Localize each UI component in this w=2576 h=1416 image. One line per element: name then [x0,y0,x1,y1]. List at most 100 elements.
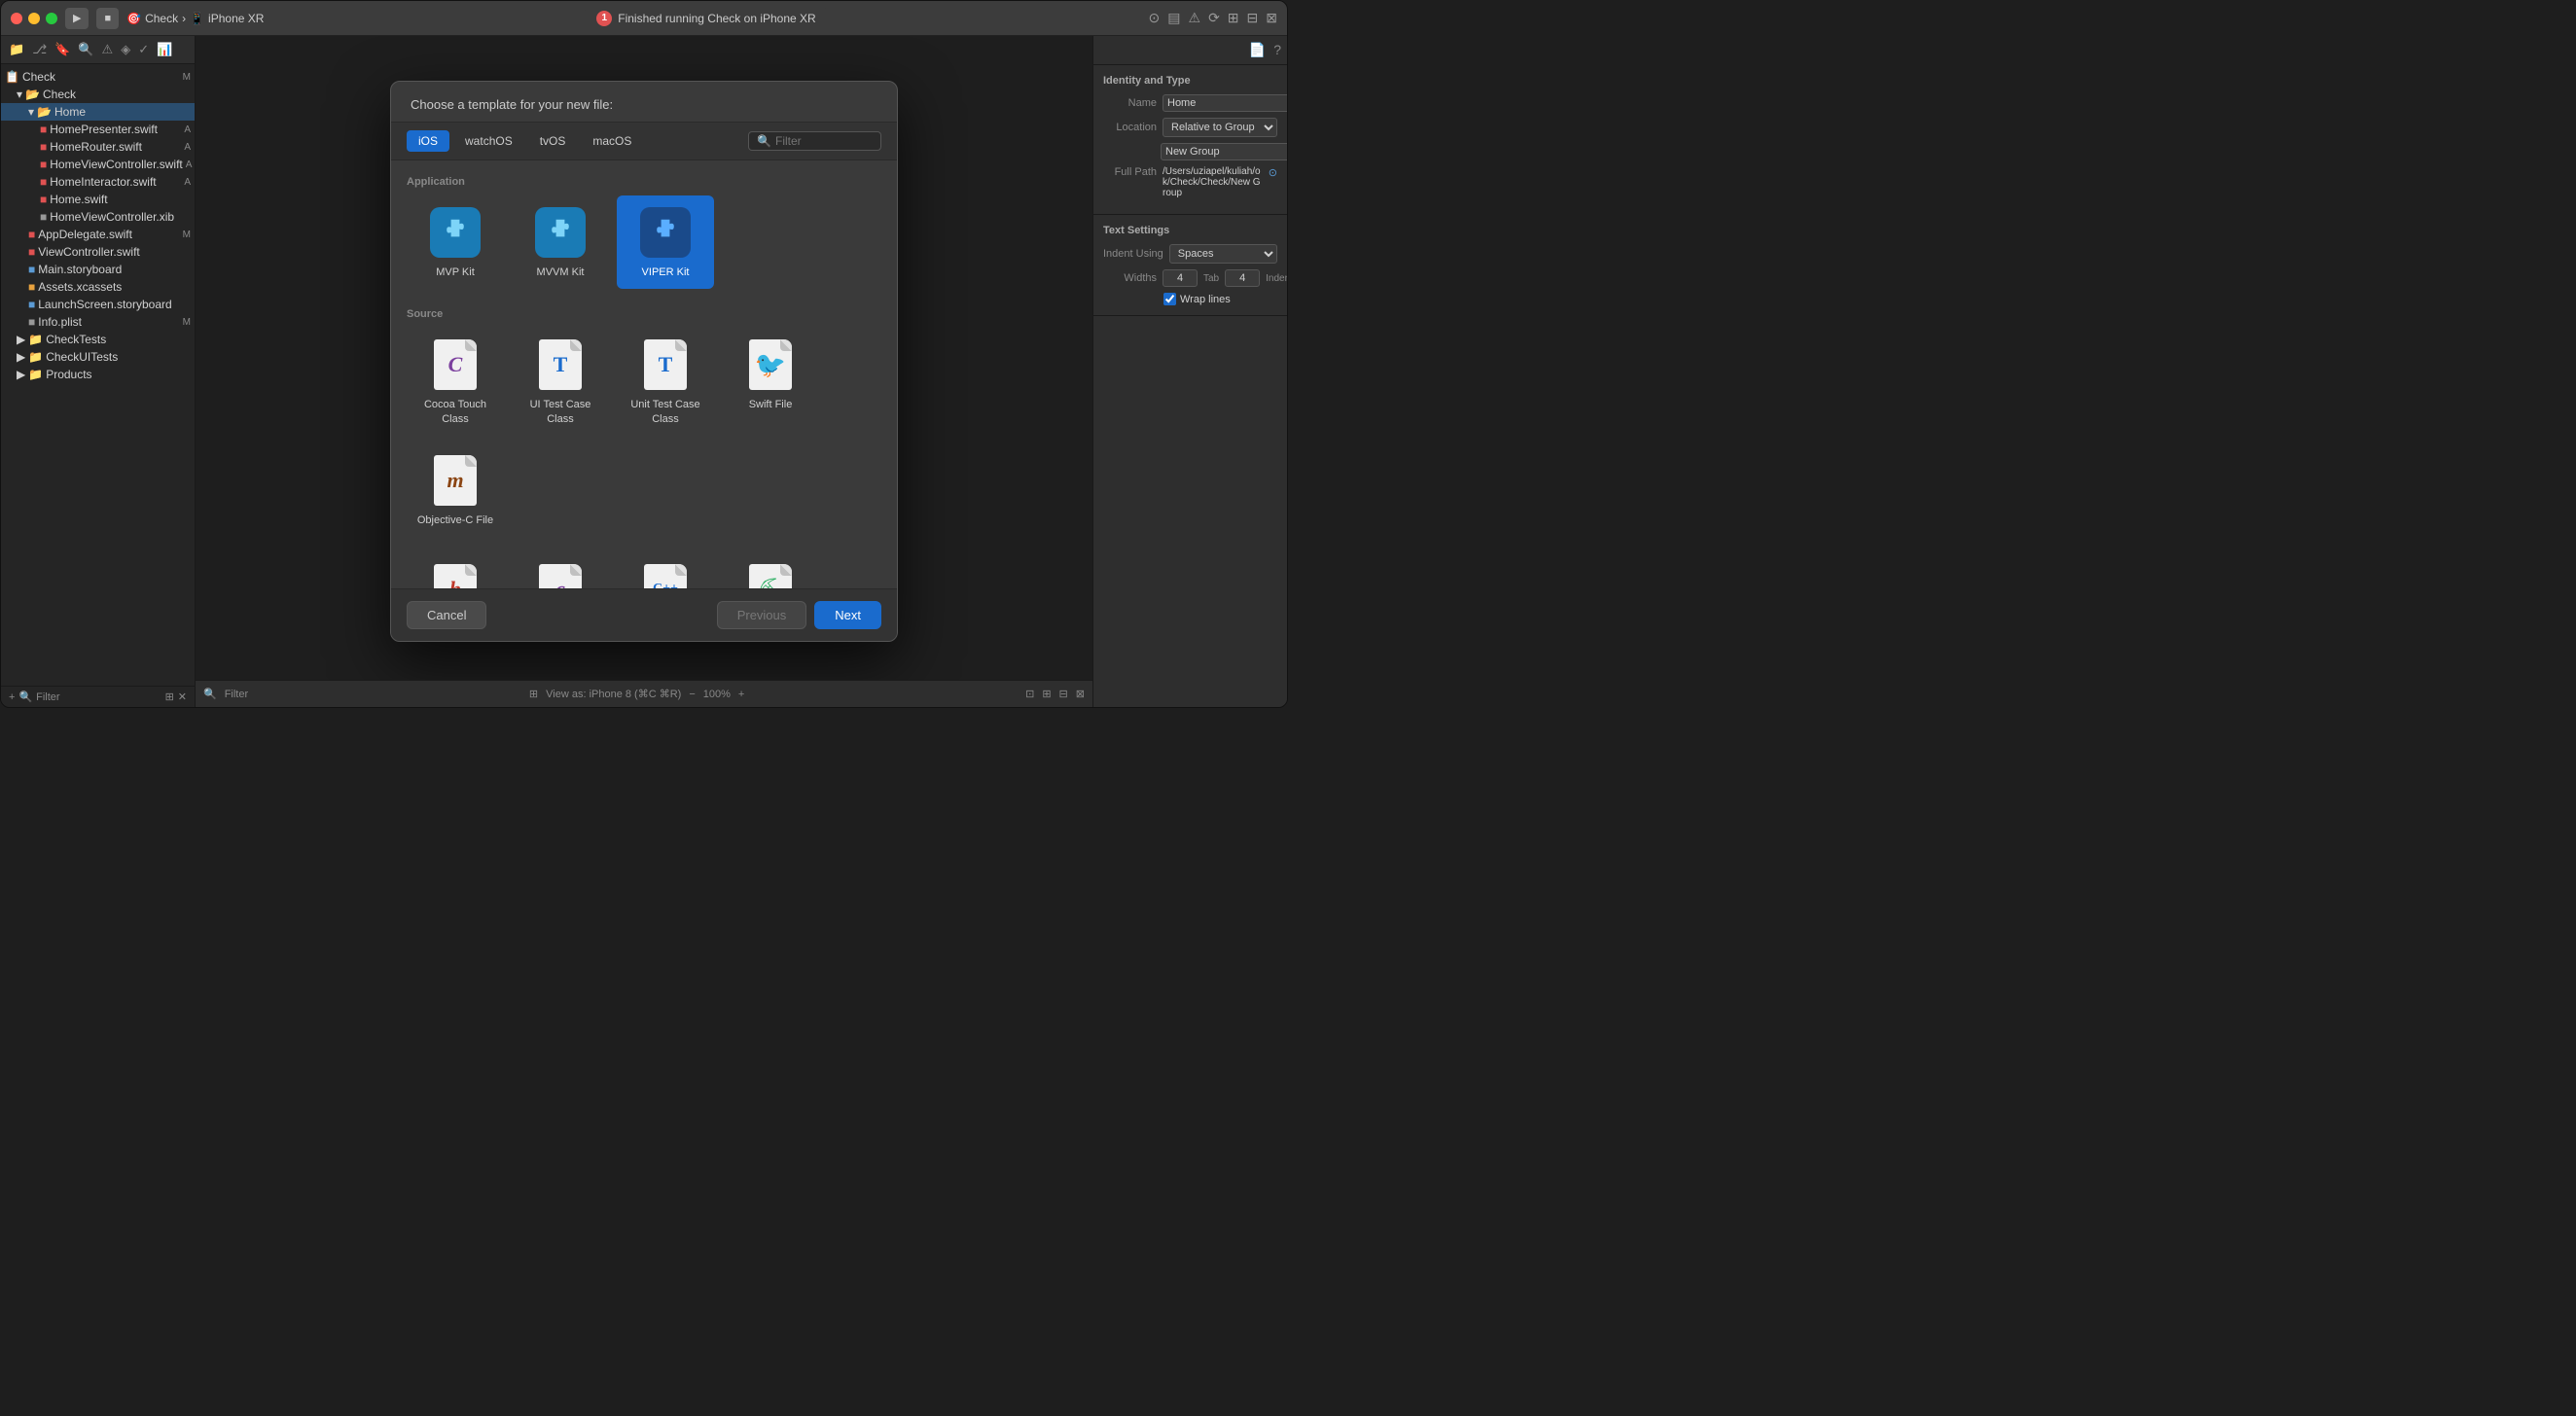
new-group-input[interactable] [1161,143,1287,160]
warning-icon[interactable]: ⚠ [1189,10,1201,26]
template-cpp-file[interactable]: C++ C++ File [617,552,714,588]
folder-expand-icon: ▶ [17,350,25,364]
indent-width-input[interactable] [1225,269,1260,287]
breadcrumb-separator: › [182,12,186,25]
git-icon[interactable]: ⎇ [30,40,49,59]
tab-width-input[interactable] [1163,269,1198,287]
item-label: HomeRouter.swift [50,140,142,154]
sidebar-item-LaunchScreen[interactable]: ■ LaunchScreen.storyboard [1,296,195,313]
sidebar-item-HomeInteractor[interactable]: ■ HomeInteractor.swift A [1,173,195,191]
widths-label: Widths [1103,272,1157,284]
report-icon[interactable]: 📊 [155,40,174,59]
sidebar-item-home-folder[interactable]: ▾ 📂 Home [1,103,195,121]
template-cocoa-touch[interactable]: C Cocoa Touch Class [407,328,504,436]
indent-using-row: Indent Using Spaces Tabs [1103,244,1277,264]
fit-btn[interactable]: ⊡ [1025,688,1034,700]
stop-button[interactable]: ■ [96,8,119,29]
folder-icon[interactable]: 📁 [7,40,26,59]
help-tab[interactable]: ? [1271,40,1283,60]
bookmark-icon[interactable]: 🔖 [53,40,72,59]
zoom-out-btn[interactable]: − [689,689,695,700]
layout-icon4[interactable]: ⊠ [1266,10,1277,26]
layout-icon3[interactable]: ⊟ [1247,10,1259,26]
zoom-in-btn[interactable]: + [738,689,744,700]
filter-options-icon[interactable]: ⊞ [165,690,174,703]
tab-ios[interactable]: iOS [407,130,449,152]
file-letter: T [659,352,673,377]
app-window: ▶ ■ 🎯 Check › 📱 iPhone XR 1 Finished run… [0,0,1288,708]
layout-btn2[interactable]: ⊟ [1059,688,1068,700]
sidebar-item-check-folder[interactable]: ▾ 📂 Check [1,86,195,103]
filter-clear-icon[interactable]: ✕ [178,690,187,703]
maximize-button[interactable] [46,13,57,24]
sidebar-item-HomePresenter[interactable]: ■ HomePresenter.swift A [1,121,195,138]
add-file-button[interactable]: + [9,691,15,703]
name-input[interactable] [1163,94,1287,112]
sidebar-item-AppDelegate[interactable]: ■ AppDelegate.swift M [1,226,195,243]
sidebar-item-ViewController[interactable]: ■ ViewController.swift [1,243,195,261]
swift-bird-icon: 🐦 [755,350,786,380]
template-c-file[interactable]: c C File [512,552,609,588]
indent-using-select[interactable]: Spaces Tabs [1169,244,1277,264]
filter-search-icon: 🔍 [757,134,771,148]
layout-icon2[interactable]: ⊞ [1228,10,1239,26]
search-icon[interactable]: 🔍 [76,40,95,59]
file-icon: ■ [28,298,35,311]
filter-label[interactable]: Filter [225,689,248,700]
breadcrumb-project[interactable]: Check [145,12,178,25]
location-select[interactable]: Relative to Group Absolute Path [1163,118,1277,137]
breakpoint-icon[interactable]: ◈ [119,40,132,59]
inspector-tab[interactable]: 📄 [1247,40,1268,60]
template-ui-test[interactable]: T UI Test Case Class [512,328,609,436]
template-mvp-kit[interactable]: MVP Kit [407,195,504,289]
sidebar-item-CheckTests[interactable]: ▶ 📁 CheckTests [1,331,195,348]
tab-macos[interactable]: macOS [581,130,643,152]
sidebar-item-HomeViewController[interactable]: ■ HomeViewController.swift A [1,156,195,173]
wrap-lines-row: Wrap lines [1103,293,1277,305]
template-unit-test[interactable]: T Unit Test Case Class [617,328,714,436]
layout-btn1[interactable]: ⊞ [1042,688,1051,700]
warning-sidebar-icon[interactable]: ⚠ [100,40,116,59]
template-swift-file[interactable]: 🐦 Swift File [722,328,819,436]
file-template-modal: Choose a template for your new file: iOS… [390,81,898,642]
sidebar-item-CheckUITests[interactable]: ▶ 📁 CheckUITests [1,348,195,366]
refresh-icon[interactable]: ⟳ [1208,10,1220,26]
cancel-button[interactable]: Cancel [407,601,486,629]
item-badge: A [184,124,191,135]
layout-icon1[interactable]: ▤ [1167,10,1180,26]
template-mvvm-kit[interactable]: MVVM Kit [512,195,609,289]
template-header-file[interactable]: h Header File [407,552,504,588]
wrap-lines-checkbox[interactable] [1163,293,1176,305]
sidebar-item-Main[interactable]: ■ Main.storyboard [1,261,195,278]
path-reveal-icon[interactable]: ⊙ [1269,166,1277,179]
location-icon[interactable]: ⊙ [1149,10,1161,26]
sidebar-item-HomeViewControllerXib[interactable]: ■ HomeViewController.xib [1,208,195,226]
sidebar-item-Home[interactable]: ■ Home.swift [1,191,195,208]
tab-label: Tab [1203,273,1219,284]
tab-tvos[interactable]: tvOS [528,130,578,152]
template-objc-file[interactable]: m Objective-C File [407,443,504,537]
previous-button[interactable]: Previous [717,601,807,629]
sidebar-item-HomeRouter[interactable]: ■ HomeRouter.swift A [1,138,195,156]
tab-watchos[interactable]: watchOS [453,130,524,152]
filter-input[interactable] [775,134,873,148]
close-button[interactable] [11,13,22,24]
test-icon[interactable]: ✓ [136,40,151,59]
sidebar-item-Info[interactable]: ■ Info.plist M [1,313,195,331]
item-badge: A [184,177,191,188]
next-button[interactable]: Next [814,601,881,629]
sidebar-item-Assets[interactable]: ■ Assets.xcassets [1,278,195,296]
filter-label[interactable]: Filter [36,691,59,703]
filter-icon: 🔍 [18,690,32,703]
template-viper-kit[interactable]: VIPER Kit [617,195,714,289]
viper-icon-box [638,205,693,260]
item-label: Home [54,105,86,119]
modal-filter[interactable]: 🔍 [748,131,881,151]
objc-icon-box: m [428,453,483,508]
template-metal-file[interactable]: ⛏ Metal File [722,552,819,588]
run-button[interactable]: ▶ [65,8,89,29]
minimize-button[interactable] [28,13,40,24]
sidebar-item-Products[interactable]: ▶ 📁 Products [1,366,195,383]
layout-btn3[interactable]: ⊠ [1076,688,1085,700]
sidebar-item-check-project[interactable]: 📋 Check M [1,68,195,86]
